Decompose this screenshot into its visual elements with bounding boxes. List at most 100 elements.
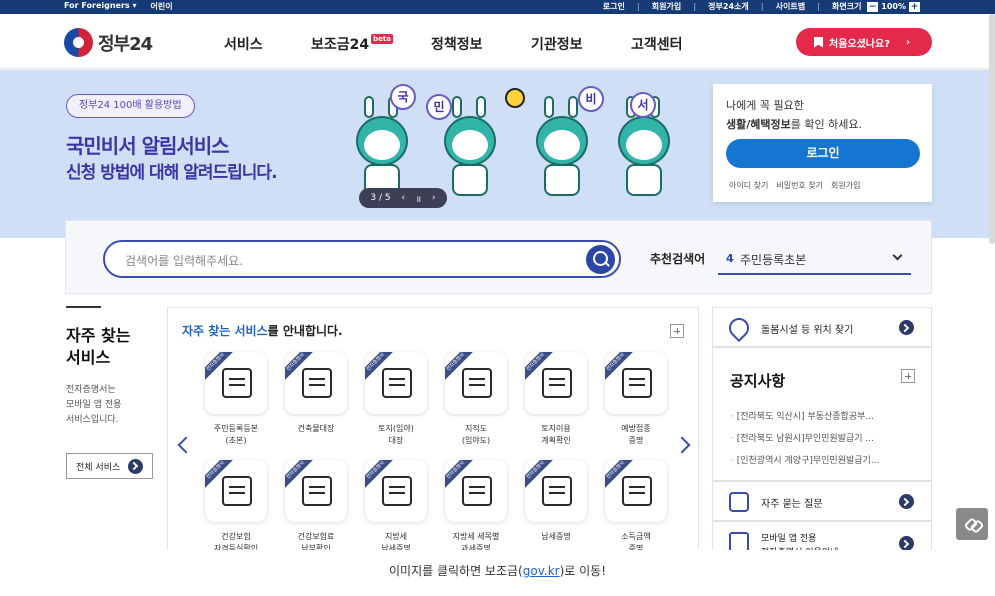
search-section: 검색어를 입력해주세요. 추천검색어 4 주민등록초본 (65, 220, 932, 294)
prev-slide-button[interactable]: ‹ (401, 193, 405, 203)
divider: | (817, 2, 821, 11)
plus-icon[interactable] (670, 324, 684, 338)
zoom-in-button[interactable]: + (909, 2, 920, 12)
login-box: 나에게 꼭 필요한 생활/혜택정보를 확인 하세요. 로그인 아이디 찾기 비밀… (713, 84, 932, 202)
section-title-line: 자주 찾는 (66, 326, 131, 345)
service-item[interactable]: 전자증명서 소득금액 증명 (596, 460, 676, 555)
mascot (350, 96, 412, 200)
section-title: 자주 찾는 서비스 (66, 325, 166, 369)
plus-icon[interactable] (901, 369, 915, 383)
scrollbar[interactable] (989, 14, 995, 244)
document-icon (542, 368, 572, 398)
service-icon: 전자증명서 (205, 460, 267, 522)
document-icon (222, 368, 252, 398)
nav-agency[interactable]: 기관정보 (531, 34, 583, 54)
panel-heading: 자주 찾는 서비스를 안내합니다. (182, 322, 343, 339)
notice-item[interactable]: [전라북도 익산시] 부동산종합공부... (731, 406, 879, 428)
sitemap-link[interactable]: 사이트맵 (776, 1, 805, 12)
find-id-link[interactable]: 아이디 찾기 (729, 180, 768, 191)
service-item[interactable]: 전자증명서 지적도 (임야도) (436, 352, 516, 447)
about-link[interactable]: 정부24소개 (708, 1, 749, 12)
nav-policy[interactable]: 정책정보 (431, 34, 483, 54)
service-icon: 전자증명서 (205, 352, 267, 414)
search-icon[interactable] (586, 245, 615, 274)
panel-heading-rest: 를 안내합니다. (267, 324, 343, 338)
gov-link[interactable]: gov.kr (523, 564, 560, 578)
chevron-left-icon[interactable] (177, 436, 195, 454)
image-caption: 이미지를 클릭하면 보조금(gov.kr)로 이동! (0, 562, 995, 579)
section-desc: 전자증명서는 모바일 앱 전용 서비스입니다. (66, 383, 166, 428)
zoom-level: 100% (881, 2, 906, 11)
service-item[interactable]: 전자증명서 건강보험료 납부확인 (276, 460, 356, 555)
notice-box: 공지사항 [전라북도 익산시] 부동산종합공부... [전라북도 남원시]무인민… (712, 347, 932, 481)
account-links: 아이디 찾기 비밀번호 찾기 회원가입 (729, 180, 861, 191)
speech-bubble: 서 (630, 92, 656, 118)
find-password-link[interactable]: 비밀번호 찾기 (776, 180, 823, 191)
service-item[interactable]: 전자증명서 토지이용 계획확인 (516, 352, 596, 447)
service-item[interactable]: 전자증명서주민등록등본 (초본) (196, 352, 276, 447)
service-item[interactable]: 전자증명서 건축물대장 (276, 352, 356, 435)
for-foreigners-link[interactable]: For Foreigners ▾ (64, 1, 136, 12)
service-item[interactable]: 전자증명서 납세증명 (516, 460, 596, 543)
document-icon (622, 476, 652, 506)
document-icon (382, 476, 412, 506)
service-icon: 전자증명서 (525, 460, 587, 522)
kids-link[interactable]: 어린이 (150, 1, 172, 12)
pause-button[interactable]: ॥ (416, 192, 421, 205)
hero-tag: 정부24 100배 활용방법 (66, 94, 195, 118)
next-slide-button[interactable]: › (432, 193, 436, 203)
frequent-services-side: 자주 찾는 서비스 전자증명서는 모바일 앱 전용 서비스입니다. 전체 서비스 (66, 306, 166, 479)
chevron-right-icon[interactable] (673, 436, 691, 454)
service-item[interactable]: 전자증명서 지방세 납세증명 (356, 460, 436, 555)
lightbulb-icon (505, 88, 525, 108)
recommended-dropdown[interactable]: 4 주민등록초본 (718, 243, 911, 275)
arrow-right-icon (899, 320, 914, 335)
search-placeholder: 검색어를 입력해주세요. (125, 254, 244, 268)
mascot (438, 96, 500, 200)
chevron-down-icon (892, 250, 903, 261)
service-icon: 전자증명서 (285, 460, 347, 522)
nav-support[interactable]: 고객센터 (631, 34, 683, 54)
service-label: 지적도 (임야도) (461, 424, 491, 445)
service-icon: 전자증명서 (285, 352, 347, 414)
service-item[interactable]: 전자증명서 예방접종 증명 (596, 352, 676, 447)
service-icon: 전자증명서 (605, 352, 667, 414)
divider: | (693, 2, 697, 11)
signup-link[interactable]: 회원가입 (652, 1, 681, 12)
all-services-button[interactable]: 전체 서비스 (66, 453, 153, 479)
divider (66, 306, 101, 308)
login-button[interactable]: 로그인 (726, 139, 920, 168)
login-prompt-2: 생활/혜택정보를 확인 하세요. (726, 116, 862, 132)
nav-subsidy[interactable]: 보조금24 beta (311, 34, 393, 54)
services-panel: 자주 찾는 서비스를 안내합니다. 전자증명서 주민등록등본 (초본) 전자증명서 건… (167, 307, 699, 557)
location-pin-icon (724, 313, 754, 343)
mascot (612, 96, 674, 200)
notice-item[interactable]: [인천광역시 계양구]무인민원발급기... (731, 450, 880, 472)
mobile-icon (729, 532, 749, 552)
login-link[interactable]: 로그인 (603, 1, 625, 12)
divider: | (636, 2, 640, 11)
nav-services[interactable]: 서비스 (224, 34, 263, 54)
first-visit-button[interactable]: 처음오셨나요? › (796, 28, 932, 56)
service-item[interactable]: 전자증명서 건강보험 자격득실확인 (196, 460, 276, 555)
service-label: 주민등록등본 (초본) (213, 424, 259, 445)
service-icon: 전자증명서 (365, 352, 427, 414)
site-logo[interactable]: 정부24 (64, 28, 153, 57)
first-visit-label: 처음오셨나요? (829, 38, 891, 50)
signup-link[interactable]: 회원가입 (831, 180, 860, 191)
arrow-right-icon (899, 536, 914, 551)
service-item[interactable]: 전자증명서 토지(임야) 대장 (356, 352, 436, 447)
service-icon: 전자증명서 (445, 460, 507, 522)
document-icon (222, 476, 252, 506)
link-icon[interactable] (956, 508, 988, 540)
divider: | (760, 2, 764, 11)
service-item[interactable]: 전자증명서 지방세 세목별 과세증명 (436, 460, 516, 555)
recommended-rank: 4 (726, 252, 734, 265)
notice-item[interactable]: [전라북도 남원시]무인민원발급기 ... (731, 428, 879, 450)
speech-bubble: 국 (390, 84, 416, 110)
search-input[interactable]: 검색어를 입력해주세요. (103, 240, 621, 278)
speech-bubble: 비 (578, 86, 604, 112)
zoom-out-button[interactable]: − (867, 2, 879, 12)
location-finder-link[interactable]: 돌봄시설 등 위치 찾기 (712, 307, 932, 347)
faq-link[interactable]: 자주 묻는 질문 (712, 481, 932, 521)
